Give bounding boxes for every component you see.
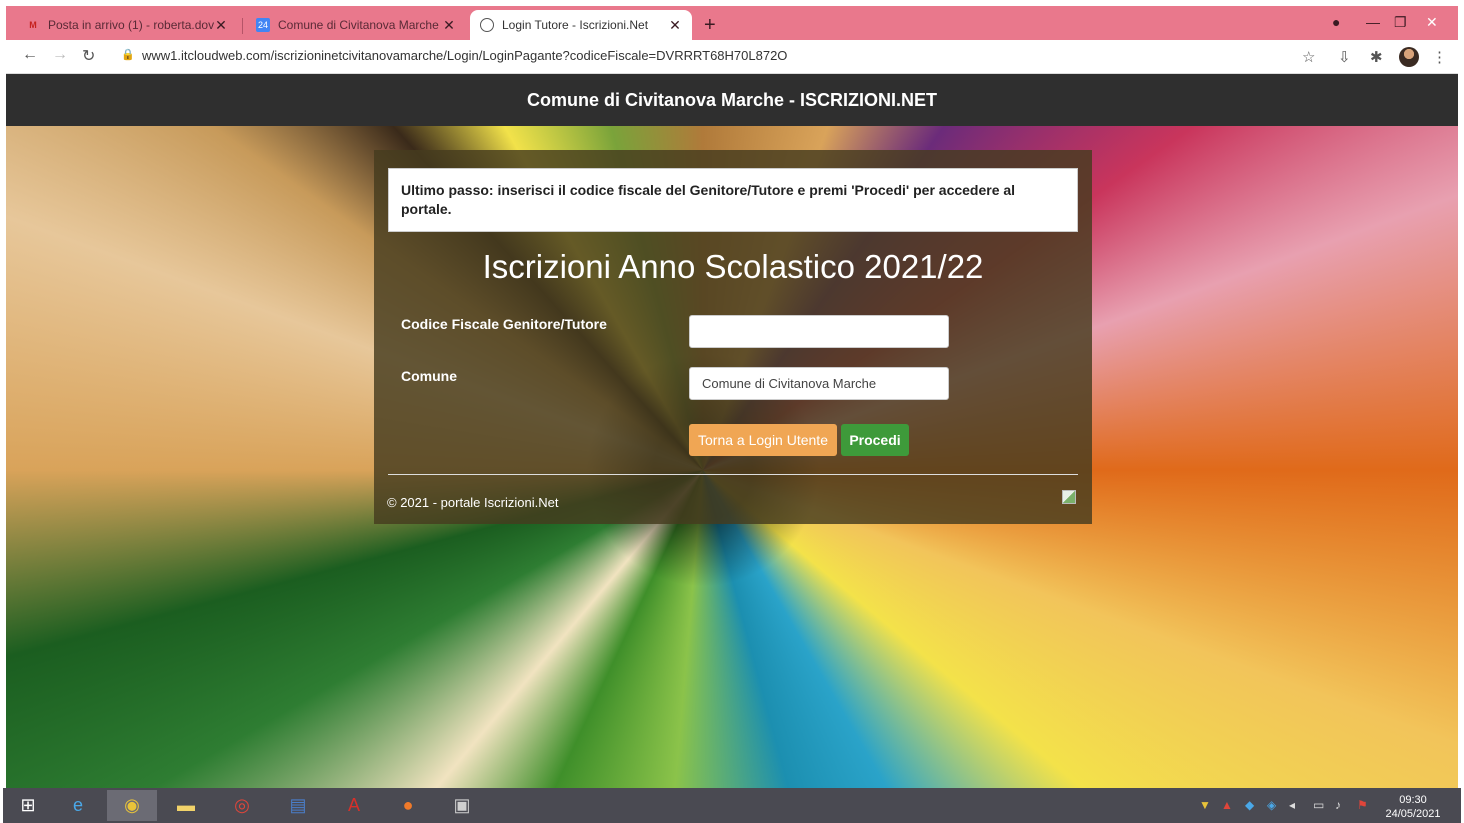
codice-fiscale-label: Codice Fiscale Genitore/Tutore	[401, 316, 607, 332]
security-tray-icon[interactable]: ◆	[1245, 798, 1254, 812]
tab-label: Posta in arrivo (1) - roberta.dove	[48, 18, 214, 32]
acrobat-reader-icon[interactable]: A	[329, 790, 379, 821]
extensions-puzzle-icon[interactable]: ✱	[1370, 48, 1383, 66]
back-to-login-button[interactable]: Torna a Login Utente	[689, 424, 837, 456]
calendar-icon: 24	[256, 18, 270, 32]
gmail-icon: M	[29, 20, 37, 30]
internet-explorer-icon[interactable]: e	[53, 790, 103, 821]
tab-separator	[242, 18, 243, 34]
clock-time: 09:30	[1399, 794, 1427, 806]
folder-app-icon[interactable]: ▣	[437, 790, 487, 821]
flag-tray-icon[interactable]: ⚑	[1357, 798, 1368, 812]
back-arrow-icon[interactable]: ←	[22, 46, 38, 64]
windows-start-icon[interactable]: ⊞	[3, 790, 53, 821]
forward-arrow-icon[interactable]: →	[52, 46, 68, 64]
divider	[388, 474, 1078, 475]
broken-image-icon	[1062, 490, 1076, 504]
login-panel: Ultimo passo: inserisci il codice fiscal…	[374, 150, 1092, 524]
new-tab-button[interactable]: +	[704, 14, 716, 37]
tab-label: Login Tutore - Iscrizioni.Net	[502, 18, 649, 32]
menu-kebab-icon[interactable]: ⋮	[1432, 48, 1447, 66]
site-title: Comune di Civitanova Marche - ISCRIZIONI…	[526, 89, 938, 110]
comune-input[interactable]	[689, 367, 949, 400]
clock-date: 24/05/2021	[1385, 808, 1441, 820]
antivirus-tray-icon[interactable]: ▲	[1221, 798, 1233, 812]
star-icon[interactable]: ☆	[1302, 48, 1315, 66]
update-tray-icon[interactable]: ◈	[1267, 798, 1276, 812]
network-tray-icon[interactable]: ▭	[1313, 798, 1324, 812]
close-icon[interactable]: ✕	[214, 17, 228, 34]
profile-avatar[interactable]	[1399, 47, 1419, 67]
close-icon[interactable]: ✕	[442, 17, 456, 34]
mail-app-icon[interactable]: ◎	[217, 790, 267, 821]
globe-icon	[480, 18, 494, 32]
volume-tray-icon[interactable]: ♪	[1335, 798, 1341, 812]
footer-copyright: © 2021 - portale Iscrizioni.Net	[387, 495, 559, 510]
comune-label: Comune	[401, 368, 457, 384]
close-icon[interactable]: ✕	[668, 17, 682, 34]
word-document-icon[interactable]: ▤	[273, 790, 323, 821]
reload-icon[interactable]: ↻	[82, 46, 95, 66]
speaker-tray-icon[interactable]: ◂	[1289, 798, 1295, 812]
tab-label: Comune di Civitanova Marche -	[278, 18, 442, 32]
taskbar-clock[interactable]: 09:30 24/05/2021	[1373, 793, 1453, 821]
restore-icon[interactable]: ❐	[1394, 14, 1407, 31]
close-window-icon[interactable]: ✕	[1426, 14, 1438, 31]
notice-box: Ultimo passo: inserisci il codice fiscal…	[388, 168, 1078, 232]
tab-strip: M Posta in arrivo (1) - roberta.dove ✕ 2…	[6, 6, 1458, 40]
profile-menu-icon[interactable]: ●	[1332, 14, 1340, 30]
page-title: Iscrizioni Anno Scolastico 2021/22	[482, 248, 984, 285]
tab-gmail[interactable]: M Posta in arrivo (1) - roberta.dove ✕	[16, 10, 238, 40]
lock-icon[interactable]: 🔒	[121, 48, 135, 61]
tab-comune[interactable]: 24 Comune di Civitanova Marche - ✕	[246, 10, 466, 40]
procedi-button[interactable]: Procedi	[841, 424, 909, 456]
address-bar[interactable]: www1.itcloudweb.com/iscrizioninetcivitan…	[142, 48, 787, 63]
windows-taskbar: ⊞ e ◉ ▬ ◎ ▤ A ● ▣ ▼ ▲ ◆ ◈ ◂ ▭ ♪ ⚑ 09:30 …	[3, 788, 1461, 823]
firefox-icon[interactable]: ●	[383, 790, 433, 821]
shield-tray-icon[interactable]: ▼	[1199, 798, 1211, 812]
site-header: Comune di Civitanova Marche - ISCRIZIONI…	[6, 74, 1458, 126]
address-toolbar: ← → ↻ 🔒 www1.itcloudweb.com/iscrizionine…	[6, 40, 1458, 74]
tab-login-tutore[interactable]: Login Tutore - Iscrizioni.Net ✕	[470, 10, 692, 40]
browser-window: M Posta in arrivo (1) - roberta.dove ✕ 2…	[3, 0, 1461, 823]
download-icon[interactable]: ⇩	[1338, 48, 1351, 66]
minimize-icon[interactable]: —	[1366, 14, 1380, 30]
codice-fiscale-input[interactable]	[689, 315, 949, 348]
file-explorer-icon[interactable]: ▬	[161, 790, 211, 821]
chrome-icon[interactable]: ◉	[107, 790, 157, 821]
